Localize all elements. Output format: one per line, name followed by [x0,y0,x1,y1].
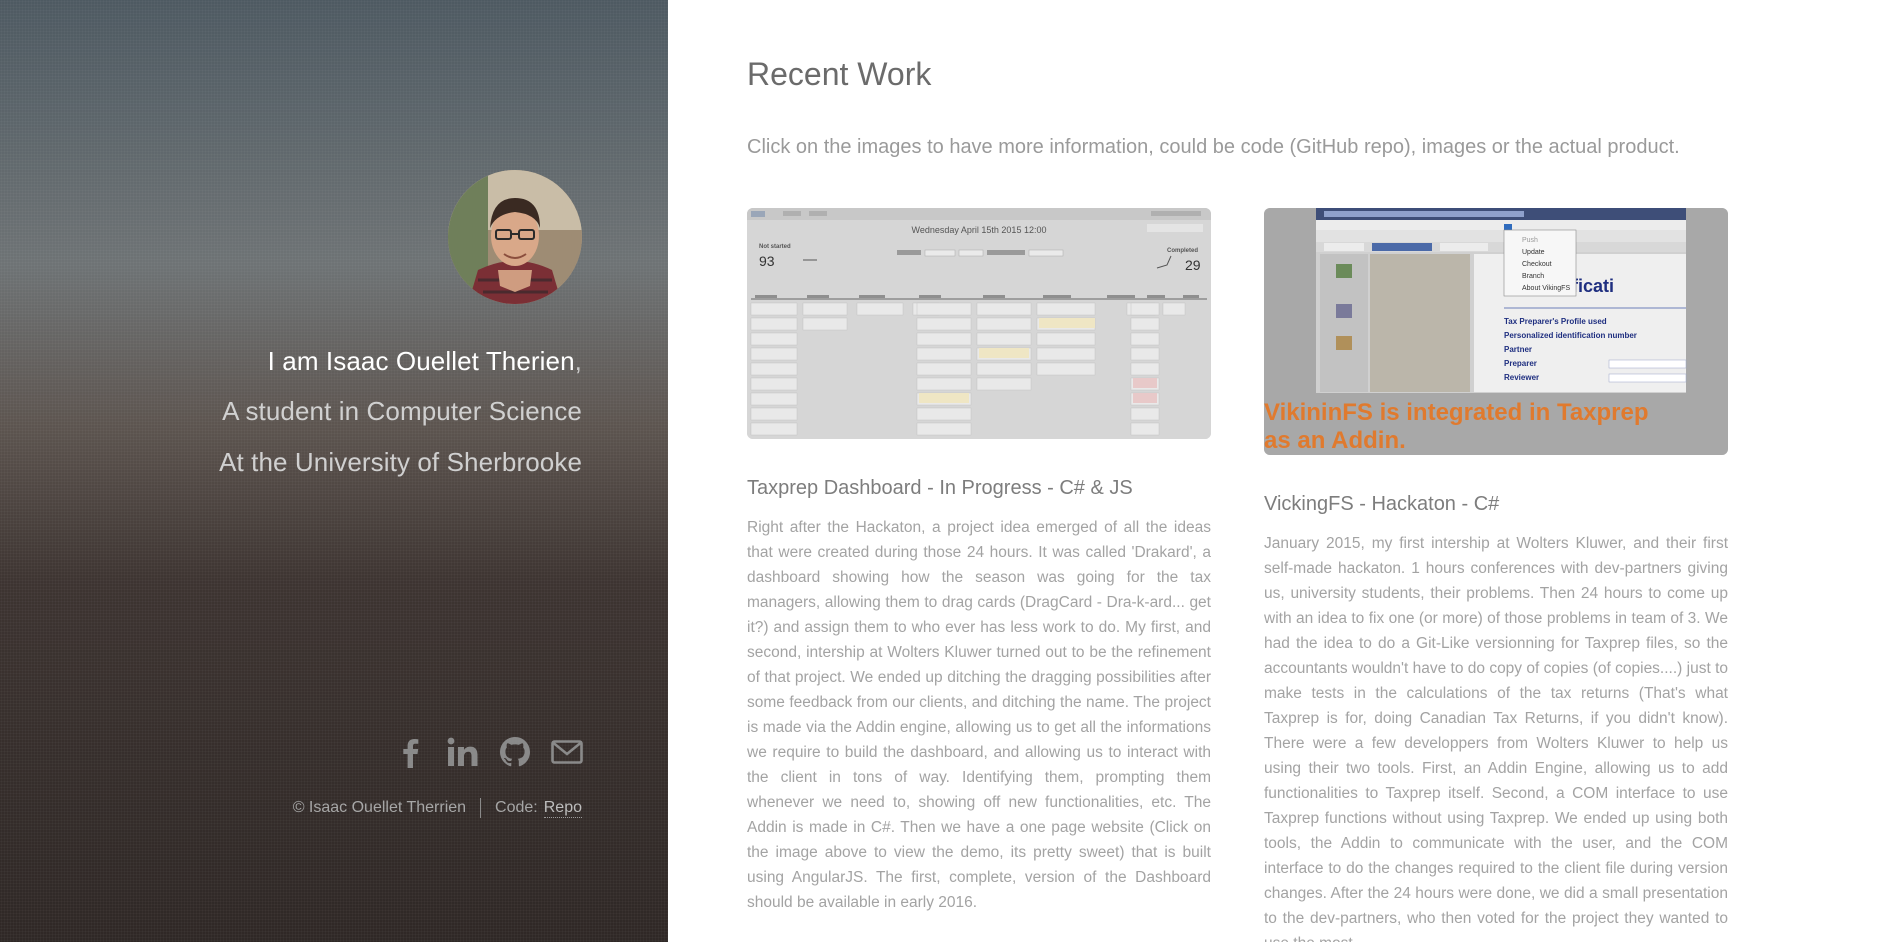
facebook-icon[interactable] [394,735,428,769]
menu-item-checkout: Checkout [1522,261,1552,268]
project-thumbnail-vikingfs[interactable]: e Identificati Tax Preparer's Profile us… [1264,208,1728,455]
thumb-overlay-line1: VikininFS is integrated in Taxprep [1264,399,1649,426]
project-description: January 2015, my first intership at Wolt… [1264,535,1728,942]
menu-item-push: Push [1522,237,1538,244]
thumb-date: Wednesday April 15th 2015 12:00 [912,225,1047,235]
page-title: Recent Work [747,56,932,92]
thumb-not-started-label: Not started [759,244,791,250]
social-links [394,735,584,769]
menu-item-branch: Branch [1522,273,1544,280]
footer-divider [480,798,482,818]
code-label: Code: [495,799,538,816]
intro-university: At the University of Sherbrooke [219,447,582,477]
project-title: VickingFS - Hackaton - C# [1264,493,1500,515]
intro-comma: , [574,346,582,376]
thumb-overlay-line2: as an Addin. [1264,427,1406,454]
project-card-taxprep-dashboard: Wednesday April 15th 2015 12:00 Not star… [747,208,1211,915]
github-icon[interactable] [498,735,532,769]
project-card-vikingfs: e Identificati Tax Preparer's Profile us… [1264,208,1728,942]
repo-link[interactable]: Repo [543,799,582,818]
avatar-photo [448,170,582,304]
copyright-text: © Isaac Ouellet Therrien [292,799,467,816]
svg-text:Tax Preparer's Profile used: Tax Preparer's Profile used [1504,317,1607,326]
intro-name-line: I am Isaac Ouellet Therien, [268,346,582,377]
thumb-completed-value: 29 [1185,257,1201,273]
linkedin-icon[interactable] [446,735,480,769]
sidebar-footer: © Isaac Ouellet Therrien Code: Repo [293,798,582,818]
project-description: Right after the Hackaton, a project idea… [747,519,1211,911]
thumb-completed-label: Completed [1167,248,1198,254]
svg-text:Reviewer: Reviewer [1504,373,1539,382]
main-content: Recent Work Click on the images to have … [668,0,1885,942]
page-subtitle: Click on the images to have more informa… [747,136,1680,158]
intro-program: A student in Computer Science [222,396,582,426]
sidebar: I am Isaac Ouellet Therien, A student in… [0,0,668,942]
avatar [448,170,582,304]
thumb-not-started-value: 93 [759,253,775,269]
svg-text:Personalized identification nu: Personalized identification number [1504,331,1637,340]
menu-item-update: Update [1522,249,1545,256]
menu-item-about: About VikingFS [1522,285,1570,292]
svg-text:Partner: Partner [1504,345,1532,354]
intro-name: I am Isaac Ouellet Therien [267,346,575,376]
project-thumbnail-taxprep-dashboard[interactable]: Wednesday April 15th 2015 12:00 Not star… [747,208,1211,439]
svg-text:Preparer: Preparer [1504,359,1537,368]
mail-icon[interactable] [550,735,584,769]
project-title: Taxprep Dashboard - In Progress - C# & J… [747,477,1133,499]
